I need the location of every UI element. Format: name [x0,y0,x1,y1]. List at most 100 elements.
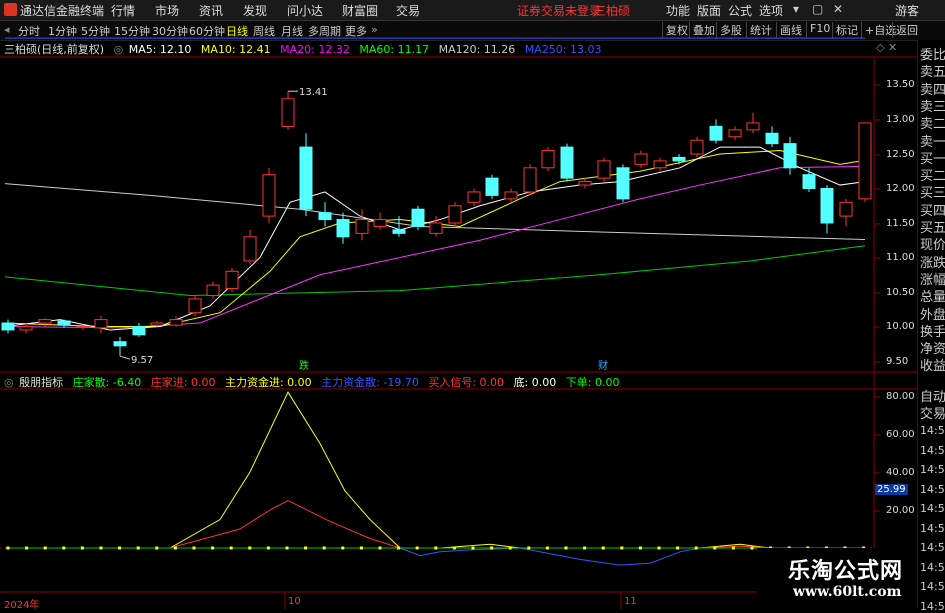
line-zhuangjiajin [5,499,865,549]
candle-body-down [57,320,71,326]
candle-body-down [802,174,816,189]
watermark-title: 乐淘公式网 [788,559,904,584]
side-panel-row: 卖二 [920,117,945,133]
candle-body-up [634,153,648,165]
side-panel-row: 14:56 [920,521,945,535]
side-panel-row: 买四 [920,203,945,219]
ind-signal-dot [62,546,66,550]
ind-signal-dot [731,546,735,550]
kline-chart[interactable]: 13.41 9.57 跌 财 [0,0,917,609]
candle-body-up [467,191,481,203]
candle-body-up [355,219,369,234]
side-panel-row: 14:56 [920,463,945,476]
candle-body-up [262,174,276,217]
side-panel-row: 14:56 [920,599,945,613]
side-panel-row: 卖五 [920,65,945,81]
candle-body-up [281,98,295,127]
candle-body-up [19,326,33,331]
ind-signal-dot [415,546,419,550]
ind-signal-dot [583,546,587,550]
candle-body-down [336,219,350,238]
indicator-lines [5,391,866,566]
candle-body-down [765,132,779,145]
ind-signal-dot [285,546,289,550]
ind-signal-dot [118,546,122,550]
side-panel-row: 净资 [920,342,945,358]
candle-body-down [411,208,425,227]
side-panel-row: 外盘 [920,307,945,323]
side-panel-row: 交易 [920,407,945,422]
candle-body-down [485,177,499,196]
watermark-url: www.60lt.com [793,584,902,600]
ind-signal-dot [378,546,382,550]
ma60-line [4,245,866,296]
side-panel-row: 买五 [920,221,945,236]
ind-signal-dot [80,546,84,550]
ind-signal-dot [397,546,401,550]
ind-signal-dot [266,546,270,550]
ind-signal-dot [248,546,252,550]
ma-lines [4,37,866,331]
side-panel-row: 总量 [920,290,945,306]
ind-signal-dot [508,546,512,550]
ind-signal-dot [527,546,531,550]
candle-body-up [653,160,667,169]
candle-body-up [541,150,555,169]
side-panel-row: 14:56 [920,502,945,515]
ind-signal-dot [452,546,456,550]
side-panel-row: 现价 [920,238,945,254]
ind-signal-dot [341,546,345,550]
side-panel-row: 卖四 [920,82,945,98]
side-panel-row: 买三 [920,186,945,202]
side-panel-row: 14:56 [920,482,945,496]
candle-body-down [616,167,630,200]
candle-body-up [523,167,537,193]
candle-body-up [858,122,872,200]
side-panel-row: 涨跌 [920,255,945,271]
candle-body-down [672,156,686,162]
ind-signal-dot [657,546,661,550]
candle-body-down [783,143,797,169]
candle-body-up [169,319,183,326]
line-zhulijin [5,391,865,549]
side-panel-row: 买一 [920,151,945,167]
ind-signal-dot [6,546,10,550]
ind-signal-dot [471,546,475,550]
ind-signal-dot [43,546,47,550]
candlesticks [1,91,872,357]
ind-signal-dot [359,546,363,550]
candle-body-up [188,298,202,314]
candle-body-up [728,129,742,138]
ind-signal-dot [229,546,233,550]
candle-body-up [206,284,220,296]
ind-signal-dot [173,546,177,550]
side-panel-row: 换手 [920,324,945,340]
marker-die: 跌 [299,359,309,372]
high-price-label: 13.41 [299,87,328,98]
ind-signal-dot [155,546,159,550]
candle-body-down [1,322,15,331]
candle-body-up [504,191,518,200]
quote-side-panel: 委比 卖五 卖四 卖三 卖二 卖一 买一 买二 买三 买四 买五 现价 涨跌 涨幅 总量 外盘 换手 净资 收益 自动… [917,40,945,613]
candle-body-up [578,181,592,186]
ind-signal-dot [192,546,196,550]
ind-signal-dot [713,546,717,550]
candle-body-up [429,222,443,234]
candle-body-up [746,122,760,131]
ind-signal-dot [490,546,494,550]
candle-body-up [38,319,52,324]
ind-signal-dot [322,546,326,550]
low-pointer [119,355,131,360]
side-panel-row: 卖一 [920,134,945,150]
side-panel-row: 卖三 [920,99,945,115]
ind-signal-dot [694,546,698,550]
candle-body-up [243,236,257,262]
candle-body-up [94,319,108,329]
ind-signal-dot [136,546,140,550]
side-panel-row: 14:56 [920,541,945,554]
side-panel-row: 收益 [920,359,945,375]
side-panel-row: 涨幅 [920,272,945,288]
ind-signal-dot [676,546,680,550]
candle-body-up [225,270,239,290]
candle-body-down [709,125,723,141]
